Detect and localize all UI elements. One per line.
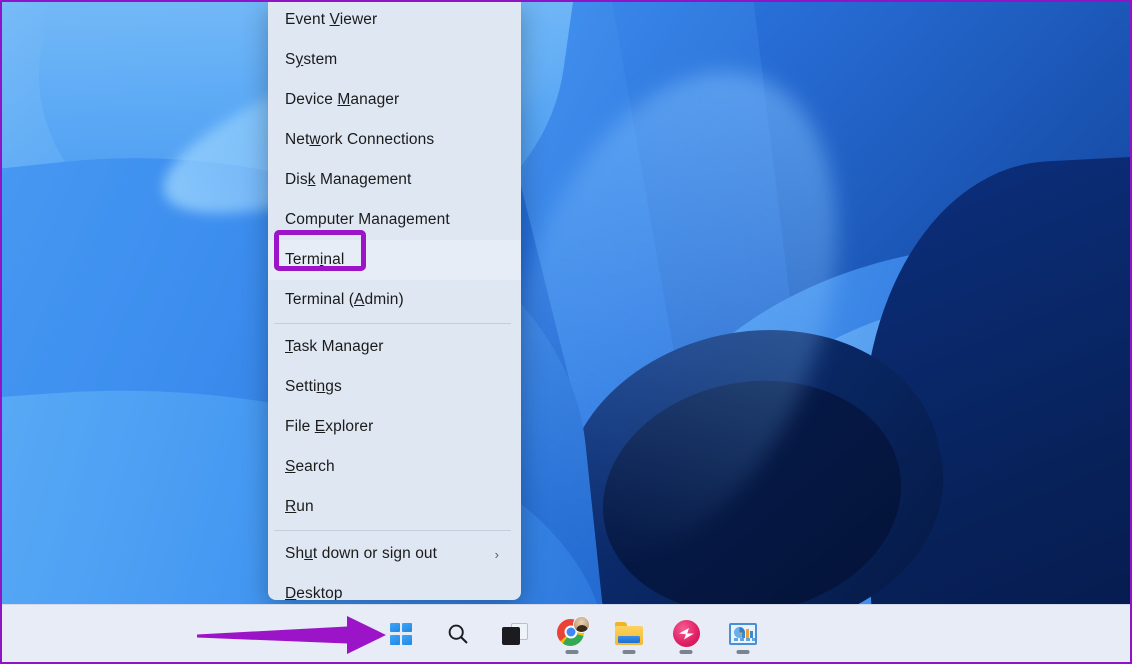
menu-item-shut-down-or-sign-out[interactable]: Shut down or sign out› [268, 534, 521, 574]
menu-item-computer-management[interactable]: Computer Management [268, 200, 521, 240]
folder-icon [615, 622, 643, 645]
menu-item-task-manager[interactable]: Task Manager [268, 327, 521, 367]
menu-item-disk-management[interactable]: Disk Management [268, 160, 521, 200]
menu-separator [274, 530, 511, 531]
menu-item-system[interactable]: System [268, 40, 521, 80]
menu-item-desktop[interactable]: Desktop [268, 574, 521, 600]
start-button[interactable] [382, 612, 420, 656]
menu-item-label: Event Viewer [285, 11, 507, 29]
winx-power-user-menu[interactable]: Event Viewer System Device Manager Network … [268, 0, 521, 600]
menu-item-event-viewer[interactable]: Event Viewer [268, 0, 521, 40]
menu-item-settings[interactable]: Settings [268, 367, 521, 407]
menu-separator [274, 323, 511, 324]
menu-item-label: Settings [285, 378, 507, 396]
chart-window-icon [729, 623, 757, 645]
screen: Event Viewer System Device Manager Network … [0, 0, 1132, 664]
windows-logo-icon [390, 623, 412, 645]
wallpaper-shape-light [770, 2, 1130, 442]
task-view-button[interactable] [496, 612, 534, 656]
menu-item-label: Computer Management [285, 211, 507, 229]
menu-item-label: Desktop [285, 585, 507, 600]
menu-item-run[interactable]: Run [268, 487, 521, 527]
wallpaper-shape [584, 358, 919, 637]
menu-item-network-connections[interactable]: Network Connections [268, 120, 521, 160]
task-view-icon [502, 623, 528, 645]
menu-item-label: Search [285, 458, 507, 476]
taskbar-icon-group [370, 605, 762, 662]
wallpaper-shape [750, 2, 1130, 662]
running-indicator [623, 650, 636, 654]
wallpaper-shape [596, 2, 1130, 662]
running-indicator [566, 650, 579, 654]
search-icon [446, 622, 470, 646]
menu-item-device-manager[interactable]: Device Manager [268, 80, 521, 120]
menu-item-label: System [285, 51, 507, 69]
wallpaper-shape [447, 2, 1130, 662]
menu-item-terminal-admin[interactable]: Terminal (Admin) [268, 280, 521, 320]
menu-item-label: Shut down or sign out [285, 545, 495, 563]
wallpaper-shape [593, 210, 1130, 662]
pink-app-button[interactable] [667, 612, 705, 656]
chevron-right-icon: › [495, 547, 499, 562]
analytics-app-button[interactable] [724, 612, 762, 656]
chrome-button[interactable] [553, 612, 591, 656]
menu-item-terminal[interactable]: Terminal [268, 240, 521, 280]
desktop-wallpaper[interactable] [2, 2, 1130, 662]
menu-item-label: File Explorer [285, 418, 507, 436]
taskbar[interactable] [2, 604, 1130, 662]
wallpaper-shape [849, 153, 1130, 662]
search-button[interactable] [439, 612, 477, 656]
menu-item-label: Terminal [285, 251, 507, 269]
menu-item-label: Disk Management [285, 171, 507, 189]
menu-item-label: Terminal (Admin) [285, 291, 507, 309]
menu-item-file-explorer[interactable]: File Explorer [268, 407, 521, 447]
menu-item-label: Run [285, 498, 507, 516]
file-explorer-button[interactable] [610, 612, 648, 656]
pink-arrow-icon [673, 620, 700, 647]
running-indicator [737, 650, 750, 654]
menu-item-search[interactable]: Search [268, 447, 521, 487]
avatar [573, 616, 590, 633]
menu-item-label: Task Manager [285, 338, 507, 356]
menu-item-label: Device Manager [285, 91, 507, 109]
menu-item-label: Network Connections [285, 131, 507, 149]
running-indicator [680, 650, 693, 654]
